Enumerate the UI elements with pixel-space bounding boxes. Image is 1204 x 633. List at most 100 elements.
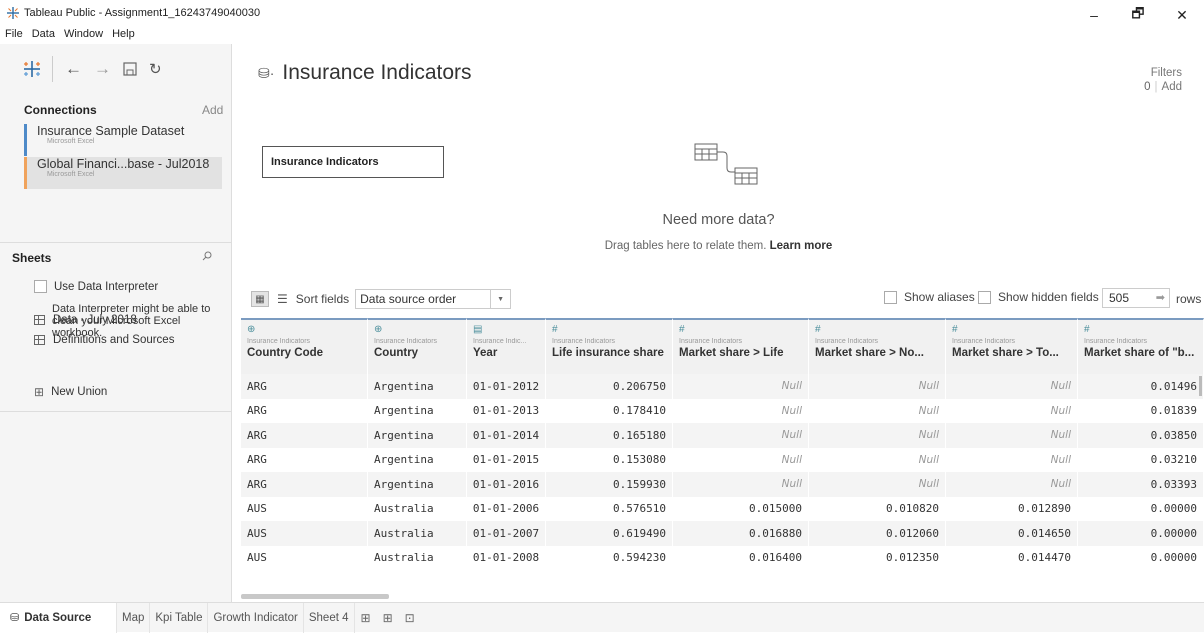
tab-kpi-table[interactable]: Kpi Table	[150, 602, 209, 633]
sheet-name: Definitions and Sources	[53, 334, 175, 346]
forward-arrow-icon[interactable]: →	[94, 59, 111, 79]
table-cell: 0.00000	[1078, 521, 1204, 546]
tab-map[interactable]: Map	[117, 602, 151, 633]
table-cell: 0.012350	[809, 545, 946, 570]
window-title: Tableau Public - Assignment1_16243749040…	[24, 7, 261, 19]
filters-panel: Filters 0 | Add	[1144, 67, 1182, 93]
new-union-item[interactable]: ⊞ New Union	[34, 385, 107, 399]
geo-field-icon: ⊕	[374, 324, 383, 335]
column-header[interactable]: # Insurance Indicators Market share > No…	[809, 318, 946, 374]
table-cell: Argentina	[368, 374, 467, 399]
column-header[interactable]: # Insurance Indicators Market share > Li…	[673, 318, 809, 374]
table-row[interactable]: AUS Australia 01-01-2008 0.594230 0.016400 0.…	[241, 545, 1204, 570]
new-dashboard-icon[interactable]: ⊞	[377, 611, 399, 625]
save-icon[interactable]	[123, 62, 137, 76]
connection-item[interactable]: Insurance Sample Dataset Microsoft Excel	[24, 124, 222, 156]
tab-growth-indicator[interactable]: Growth Indicator	[208, 602, 304, 633]
connection-item[interactable]: Global Financi...base - Jul2018 Microsof…	[24, 157, 222, 189]
table-cell: Argentina	[368, 472, 467, 497]
table-cell: 01-01-2006	[467, 496, 546, 521]
show-aliases-checkbox[interactable]	[884, 290, 897, 304]
table-row[interactable]: ARG Argentina 01-01-2012 0.206750 Null Null Nu…	[241, 374, 1204, 399]
connection-name: Global Financi...base - Jul2018	[37, 157, 210, 171]
tab-data-source[interactable]: ⛁ Data Source	[0, 602, 117, 633]
close-button[interactable]: ✕	[1160, 0, 1204, 30]
table-row[interactable]: ARG Argentina 01-01-2015 0.153080 Null Null Nu…	[241, 447, 1204, 472]
toolbar-separator	[52, 56, 53, 82]
maximize-button[interactable]: 🗗	[1116, 0, 1160, 30]
tab-label: Data Source	[24, 611, 92, 624]
number-field-icon: #	[679, 324, 685, 335]
column-header[interactable]: # Insurance Indicators Market share > To…	[946, 318, 1078, 374]
rows-label: rows	[1176, 292, 1202, 306]
new-story-icon[interactable]: ⊡	[399, 611, 421, 625]
sort-fields-select[interactable]: Data source order ▼	[355, 289, 512, 309]
column-name: Country Code	[247, 347, 324, 359]
data-interpreter-checkbox[interactable]	[34, 280, 47, 293]
table-cell: 0.01839	[1078, 398, 1204, 423]
table-cell: Argentina	[368, 447, 467, 472]
minimize-button[interactable]: –	[1072, 0, 1116, 30]
table-row[interactable]: AUS Australia 01-01-2006 0.576510 0.015000 0.…	[241, 496, 1204, 521]
column-header[interactable]: ⊕ Insurance Indicators Country Code	[241, 318, 368, 374]
window-controls: – 🗗 ✕	[1072, 0, 1204, 30]
tab-sheet-4[interactable]: Sheet 4	[304, 602, 355, 633]
menu-bar: File Data Window Help	[0, 25, 139, 43]
datasource-name[interactable]: Insurance Indicators	[282, 61, 471, 85]
column-header[interactable]: # Insurance Indicators Life insurance sh…	[546, 318, 673, 374]
column-header[interactable]: ▤ Insurance Indic... Year	[467, 318, 546, 374]
tableau-home-icon[interactable]	[22, 59, 42, 79]
table-row[interactable]: ARG Argentina 01-01-2013 0.178410 Null Null Nu…	[241, 398, 1204, 423]
table-row[interactable]: AUS Australia 01-01-2007 0.619490 0.016880 0.…	[241, 521, 1204, 546]
learn-more-link[interactable]: Learn more	[770, 240, 833, 252]
chevron-down-icon[interactable]: ▼	[490, 290, 510, 308]
column-header[interactable]: ⊕ Insurance Indicators Country	[368, 318, 467, 374]
menu-file[interactable]: File	[5, 28, 23, 40]
show-aliases-option[interactable]: Show aliases	[884, 290, 975, 304]
need-more-data-heading: Need more data?	[662, 212, 775, 228]
drag-tables-hint: Drag tables here to relate them. Learn m…	[233, 240, 1204, 252]
grid-view-button[interactable]: ▦	[251, 291, 269, 307]
menu-data[interactable]: Data	[32, 28, 55, 40]
apply-arrow-icon[interactable]: ➡	[1156, 291, 1165, 304]
table-cell: Null	[946, 472, 1078, 497]
column-name: Market share > No...	[815, 347, 924, 359]
table-cell: 01-01-2015	[467, 447, 546, 472]
menu-window[interactable]: Window	[64, 28, 103, 40]
table-cell: 01-01-2014	[467, 423, 546, 448]
data-interpreter-option[interactable]: Use Data Interpreter	[34, 280, 158, 293]
data-interpreter-label: Use Data Interpreter	[54, 280, 159, 293]
table-cell: Null	[809, 472, 946, 497]
search-icon[interactable]	[202, 251, 212, 261]
table-row[interactable]: ARG Argentina 01-01-2014 0.165180 Null Null Nu…	[241, 423, 1204, 448]
canvas-table[interactable]: Insurance Indicators	[262, 146, 444, 178]
table-icon	[34, 315, 45, 325]
table-cell: Argentina	[368, 398, 467, 423]
number-field-icon: #	[952, 324, 958, 335]
show-hidden-fields-checkbox[interactable]	[978, 290, 991, 304]
horizontal-scrollbar[interactable]	[241, 594, 389, 599]
menu-help[interactable]: Help	[112, 28, 135, 40]
column-name: Country	[374, 347, 419, 359]
show-hidden-fields-option[interactable]: Show hidden fields	[978, 290, 1099, 304]
union-icon: ⊞	[34, 385, 45, 399]
title-bar: Tableau Public - Assignment1_16243749040…	[0, 0, 1204, 26]
sheet-item[interactable]: Definitions and Sources	[34, 334, 174, 346]
table-row[interactable]: ARG Argentina 01-01-2016 0.159930 Null Null Nu…	[241, 472, 1204, 497]
rows-input[interactable]: 505 ➡	[1102, 288, 1170, 308]
geo-field-icon: ⊕	[247, 324, 256, 335]
table-cell: 01-01-2007	[467, 521, 546, 546]
datasource-title[interactable]: ⛁· Insurance Indicators	[258, 61, 472, 85]
table-cell: ARG	[241, 472, 368, 497]
new-worksheet-icon[interactable]: ⊞	[355, 611, 377, 625]
table-cell: 0.015000	[673, 496, 809, 521]
column-header[interactable]: # Insurance Indicators Market share of "…	[1078, 318, 1204, 374]
sheet-item[interactable]: Data - July 2018	[34, 314, 137, 326]
add-connection-link[interactable]: Add	[202, 103, 223, 117]
add-filter-link[interactable]: Add	[1162, 81, 1182, 93]
back-arrow-icon[interactable]: ←	[65, 59, 82, 79]
refresh-icon[interactable]: ↻	[149, 60, 162, 78]
filters-label: Filters	[1150, 67, 1182, 79]
vertical-scrollbar[interactable]	[1199, 376, 1202, 396]
list-view-icon[interactable]: ☰	[277, 292, 288, 306]
